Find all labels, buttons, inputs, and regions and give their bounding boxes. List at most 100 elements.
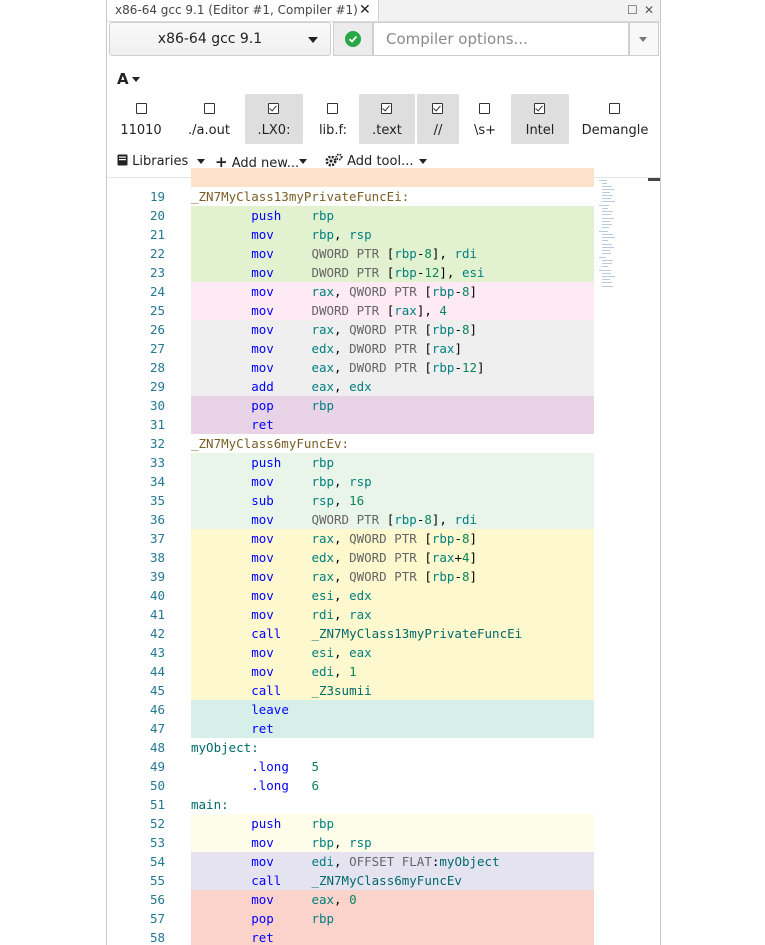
code-line: 21 mov rbp, rsp <box>107 225 660 244</box>
font-size-button[interactable]: A <box>117 70 140 88</box>
code-line: 56 mov eax, 0 <box>107 890 660 909</box>
filter-execute[interactable]: ./a.out <box>179 94 239 144</box>
code-token: mov <box>251 892 274 907</box>
code-token: ret <box>251 930 274 945</box>
code-token: 5 <box>311 759 319 774</box>
close-window-icon[interactable]: ✕ <box>644 2 654 18</box>
filter-directives[interactable]: .text <box>359 94 415 144</box>
code-line: 49 .long 5 <box>107 757 660 776</box>
filter-binary[interactable]: 11010 <box>111 94 171 144</box>
checkbox-icon <box>204 103 215 114</box>
code-token: mov <box>251 531 274 546</box>
line-number: 28 <box>149 360 165 375</box>
code-line: 58 ret <box>107 928 660 945</box>
line-highlight <box>191 168 594 187</box>
line-code: mov eax, DWORD PTR [rbp-12] <box>191 358 484 377</box>
line-number: 42 <box>149 626 165 641</box>
line-number: 58 <box>149 930 165 945</box>
book-icon <box>117 154 128 166</box>
code-token: rsp <box>349 835 372 850</box>
line-code: _ZN7MyClass6myFuncEv: <box>191 434 349 453</box>
compiler-select[interactable]: x86-64 gcc 9.1 <box>109 22 331 56</box>
code-token: myObject <box>439 854 500 869</box>
assembly-output-editor[interactable]: 58 ret 57 pop rbp 56 mov eax, 0 55 call _ZN… <box>107 168 660 945</box>
filter-label: ./a.out <box>188 123 230 138</box>
close-tab-icon[interactable]: ✕ <box>359 0 371 21</box>
line-code: mov QWORD PTR [rbp-8], rdi <box>191 510 477 529</box>
compiler-tab[interactable]: x86-64 gcc 9.1 (Editor #1, Compiler #1) … <box>107 0 379 38</box>
filter-library-functions[interactable]: lib.f: <box>309 94 357 144</box>
code-token: edx <box>349 588 372 603</box>
code-line: 29 add eax, edx <box>107 377 660 396</box>
code-token: .long <box>251 778 289 793</box>
code-token: _ZN7MyClass6myFuncEv: <box>191 436 350 451</box>
code-line: 27 mov edx, DWORD PTR [rax] <box>107 339 660 358</box>
code-line: 28 mov eax, DWORD PTR [rbp-12] <box>107 358 660 377</box>
code-token: QWORD PTR <box>311 512 380 527</box>
code-token: - <box>454 531 462 546</box>
line-code: sub rsp, 16 <box>191 491 364 510</box>
code-line: 35 sub rsp, 16 <box>107 491 660 510</box>
compiler-options-dropdown[interactable] <box>629 22 659 56</box>
filter-labels[interactable]: .LX0: <box>245 94 303 144</box>
line-code: push rbp <box>191 206 334 225</box>
cogs-icon <box>325 153 343 167</box>
line-number: 27 <box>149 341 165 356</box>
line-number: 51 <box>149 797 165 812</box>
code-token: main: <box>191 797 229 812</box>
code-token: ], <box>431 246 455 261</box>
code-token: esi <box>311 588 335 603</box>
line-number: 49 <box>149 759 165 774</box>
restore-icon[interactable]: ☐ <box>627 2 638 18</box>
compile-status[interactable] <box>333 22 373 56</box>
code-line: 24 mov rax, QWORD PTR [rbp-8] <box>107 282 660 301</box>
filter-comments[interactable]: // <box>417 94 459 144</box>
code-token: , <box>334 379 350 394</box>
line-code: ret <box>191 719 274 738</box>
code-token: rsp <box>349 227 372 242</box>
filter-whitespace[interactable]: \s+ <box>463 94 507 144</box>
line-number: 45 <box>149 683 165 698</box>
line-code: _ZN7MyClass13myPrivateFuncEi: <box>191 187 409 206</box>
code-token: rbp <box>311 474 335 489</box>
scrollbar-thumb[interactable] <box>648 178 660 181</box>
code-line: 36 mov QWORD PTR [rbp-8], rdi <box>107 510 660 529</box>
code-token: , <box>334 360 350 375</box>
code-token: mov <box>251 322 274 337</box>
compiler-options-input[interactable] <box>373 22 629 56</box>
code-token: mov <box>251 569 274 584</box>
filter-intel-syntax[interactable]: Intel <box>511 94 569 144</box>
filter-demangle[interactable]: Demangle <box>575 94 655 144</box>
code-line: 51 main: <box>107 795 660 814</box>
code-token: , <box>334 227 350 242</box>
line-code: mov esi, edx <box>191 586 372 605</box>
line-number: 39 <box>149 569 165 584</box>
code-token: rbp <box>431 322 455 337</box>
code-token: , <box>334 569 350 584</box>
checkbox-icon <box>609 103 620 114</box>
line-code: pop rbp <box>191 909 334 928</box>
code-token: ] <box>469 284 478 299</box>
line-code: leave <box>191 700 289 719</box>
line-number: 55 <box>149 873 165 888</box>
code-minimap[interactable] <box>596 178 660 945</box>
